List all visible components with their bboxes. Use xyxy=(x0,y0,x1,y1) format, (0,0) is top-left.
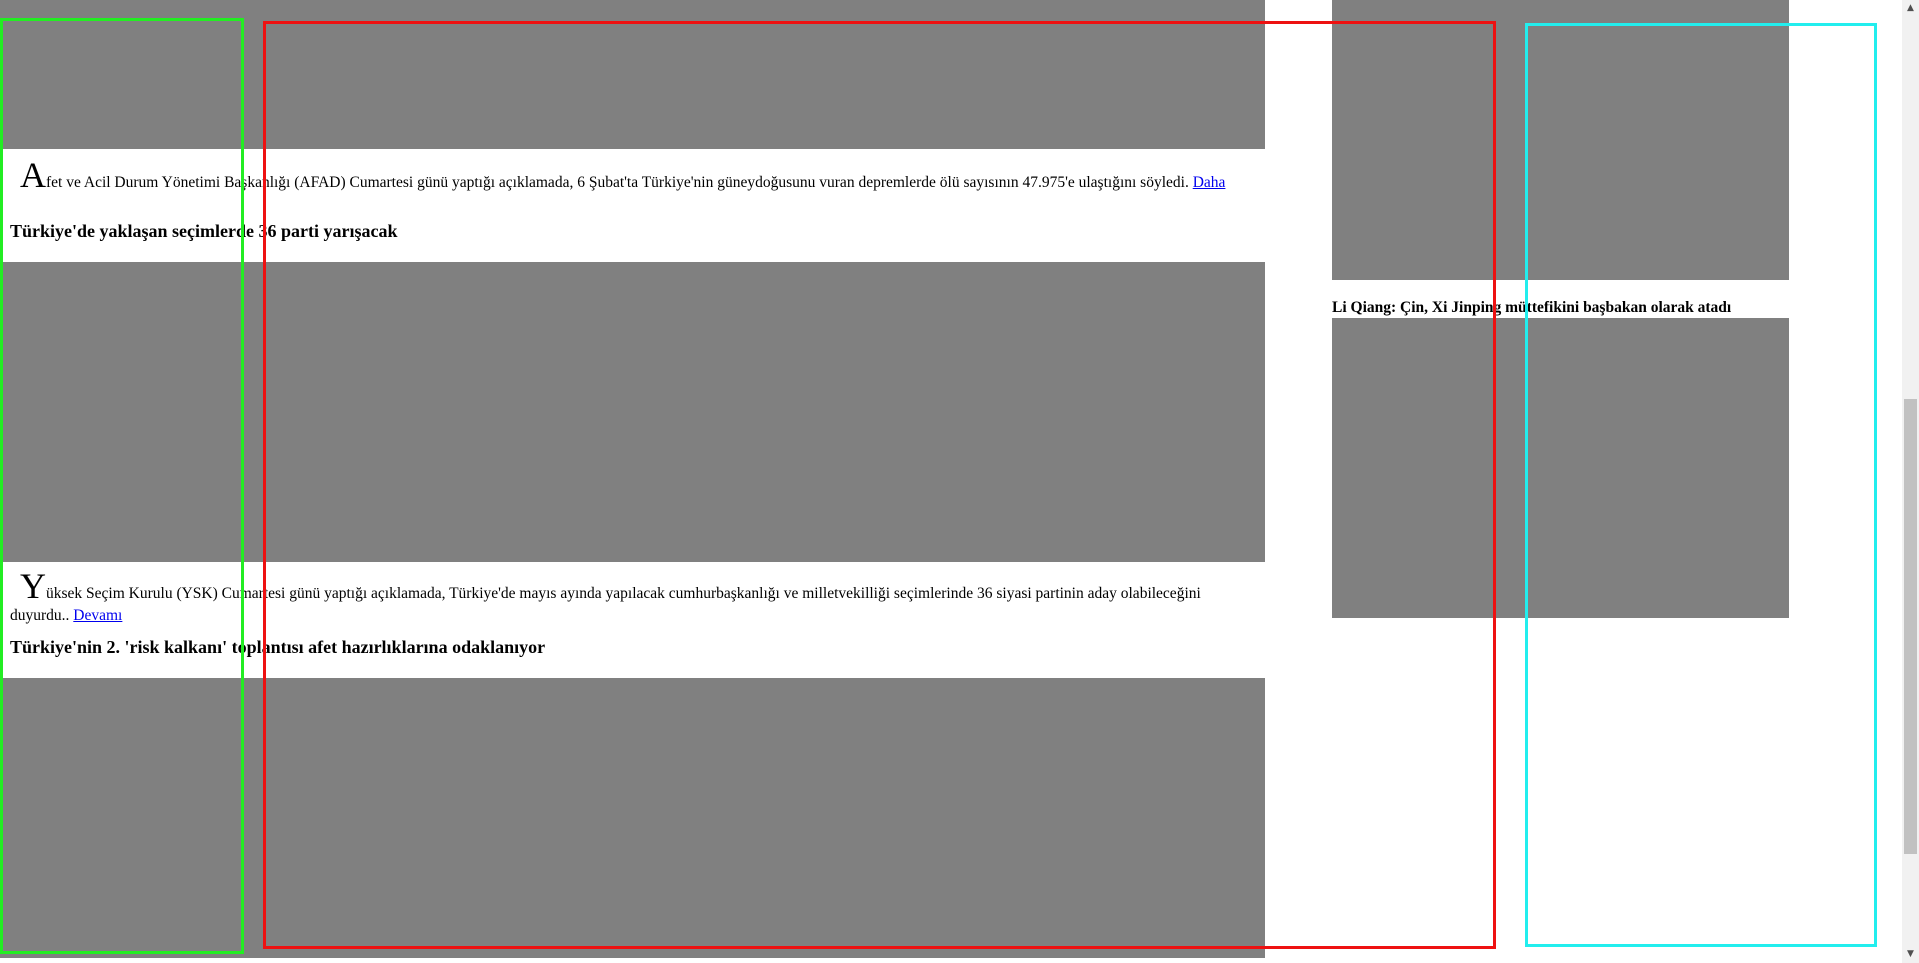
sidebar-image-2[interactable] xyxy=(1332,318,1789,618)
article-body: fet ve Acil Durum Yönetimi Başkanlığı (A… xyxy=(46,174,1193,191)
article-body: üksek Seçim Kurulu (YSK) Cumartesi günü … xyxy=(10,585,1201,624)
dropcap: A xyxy=(20,155,46,195)
sidebar-image-1[interactable] xyxy=(1332,0,1789,280)
article-image-3[interactable] xyxy=(0,678,1265,958)
sidebar-headline[interactable]: Li Qiang: Çin, Xi Jinping müttefikini ba… xyxy=(1332,298,1789,318)
sidebar: Li Qiang: Çin, Xi Jinping müttefikini ba… xyxy=(1332,0,1789,618)
scroll-thumb[interactable] xyxy=(1904,399,1917,854)
read-more-link[interactable]: Devamı xyxy=(73,607,122,624)
dropcap: Y xyxy=(20,566,46,606)
scroll-up-icon[interactable]: ▲ xyxy=(1902,0,1919,17)
article-summary-1: Afet ve Acil Durum Yönetimi Başkanlığı (… xyxy=(0,149,1265,205)
read-more-link[interactable]: Daha xyxy=(1193,174,1226,191)
article-headline-2[interactable]: Türkiye'de yaklaşan seçimlerde 36 parti … xyxy=(0,220,1265,242)
article-image-2[interactable] xyxy=(0,262,1265,562)
scroll-down-icon[interactable]: ▼ xyxy=(1902,946,1919,963)
main-column: Afet ve Acil Durum Yönetimi Başkanlığı (… xyxy=(0,0,1265,958)
article-headline-3[interactable]: Türkiye'nin 2. 'risk kalkanı' toplantısı… xyxy=(0,636,1265,658)
vertical-scrollbar[interactable]: ▲ ▼ xyxy=(1902,0,1919,963)
article-image-1[interactable] xyxy=(0,0,1265,149)
article-summary-2: Yüksek Seçim Kurulu (YSK) Cumartesi günü… xyxy=(0,562,1265,626)
